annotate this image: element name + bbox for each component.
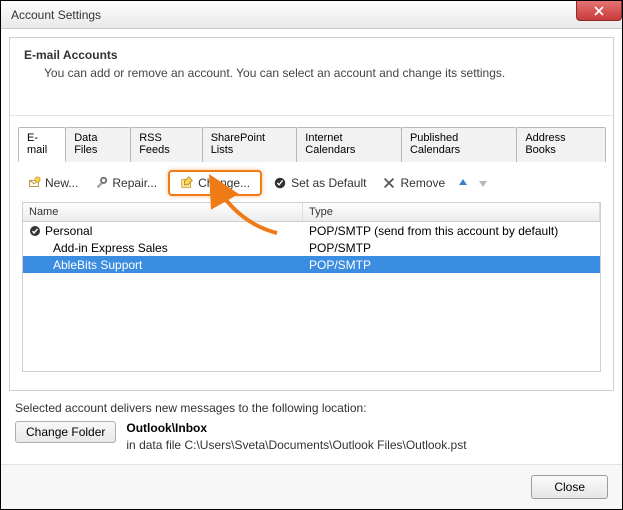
move-up-button[interactable] (456, 176, 470, 190)
new-button[interactable]: New... (22, 173, 83, 193)
header-title: E-mail Accounts (24, 48, 599, 62)
repair-button[interactable]: Repair... (89, 173, 162, 193)
row-name: AbleBits Support (53, 258, 142, 272)
row-name: Personal (45, 224, 92, 238)
window-title: Account Settings (11, 8, 101, 22)
change-folder-button[interactable]: Change Folder (15, 421, 116, 443)
default-check-icon (29, 225, 41, 237)
tab-datafiles[interactable]: Data Files (65, 127, 131, 162)
delivery-folder: Outlook\Inbox (126, 421, 207, 435)
set-default-label: Set as Default (291, 176, 366, 190)
close-icon (594, 6, 604, 16)
tab-internetcal[interactable]: Internet Calendars (296, 127, 402, 162)
change-button[interactable]: Change... (168, 170, 262, 196)
delivery-location: Selected account delivers new messages t… (1, 401, 622, 452)
row-name: Add-in Express Sales (53, 241, 168, 255)
remove-icon (382, 176, 396, 190)
set-default-button[interactable]: Set as Default (268, 173, 371, 193)
new-label: New... (45, 176, 78, 190)
arrow-up-icon (457, 177, 469, 189)
change-icon (180, 176, 194, 190)
remove-label: Remove (400, 176, 445, 190)
table-row[interactable]: Personal POP/SMTP (send from this accoun… (23, 222, 600, 239)
row-type: POP/SMTP (303, 258, 600, 272)
titlebar: Account Settings (1, 1, 622, 29)
table-row[interactable]: Add-in Express Sales POP/SMTP (23, 239, 600, 256)
delivery-datafile-prefix: in data file (126, 438, 184, 452)
toolbar: New... Repair... Change... Set as Defaul… (10, 162, 613, 202)
row-type: POP/SMTP (send from this account by defa… (303, 224, 600, 238)
repair-label: Repair... (112, 176, 157, 190)
row-type: POP/SMTP (303, 241, 600, 255)
tabstrip: E-mail Data Files RSS Feeds SharePoint L… (18, 116, 605, 162)
delivery-datafile: C:\Users\Sveta\Documents\Outlook Files\O… (184, 438, 466, 452)
header-subtitle: You can add or remove an account. You ca… (24, 66, 599, 80)
tab-addressbooks[interactable]: Address Books (516, 127, 606, 162)
tab-email[interactable]: E-mail (18, 127, 66, 162)
change-label: Change... (198, 176, 250, 190)
header-area: E-mail Accounts You can add or remove an… (10, 38, 613, 116)
new-icon (27, 176, 41, 190)
tab-sharepoint[interactable]: SharePoint Lists (202, 127, 298, 162)
arrow-down-icon (477, 177, 489, 189)
table-body: Personal POP/SMTP (send from this accoun… (23, 222, 600, 273)
table-header: Name Type (23, 203, 600, 222)
move-down-button[interactable] (476, 176, 490, 190)
col-name[interactable]: Name (23, 203, 303, 221)
col-type[interactable]: Type (303, 203, 600, 221)
close-button[interactable]: Close (531, 475, 608, 499)
tab-publishedcal[interactable]: Published Calendars (401, 127, 517, 162)
accounts-table: Name Type Personal POP/SMTP (send from t… (22, 202, 601, 372)
repair-icon (94, 176, 108, 190)
table-row[interactable]: AbleBits Support POP/SMTP (23, 256, 600, 273)
dialog-footer: Close (1, 464, 622, 509)
delivery-intro: Selected account delivers new messages t… (15, 401, 608, 415)
content-panel: E-mail Accounts You can add or remove an… (9, 37, 614, 391)
tab-rssfeeds[interactable]: RSS Feeds (130, 127, 203, 162)
delivery-path: Outlook\Inbox in data file C:\Users\Svet… (126, 421, 466, 452)
window-close-button[interactable] (576, 1, 622, 21)
check-circle-icon (273, 176, 287, 190)
remove-button[interactable]: Remove (377, 173, 450, 193)
